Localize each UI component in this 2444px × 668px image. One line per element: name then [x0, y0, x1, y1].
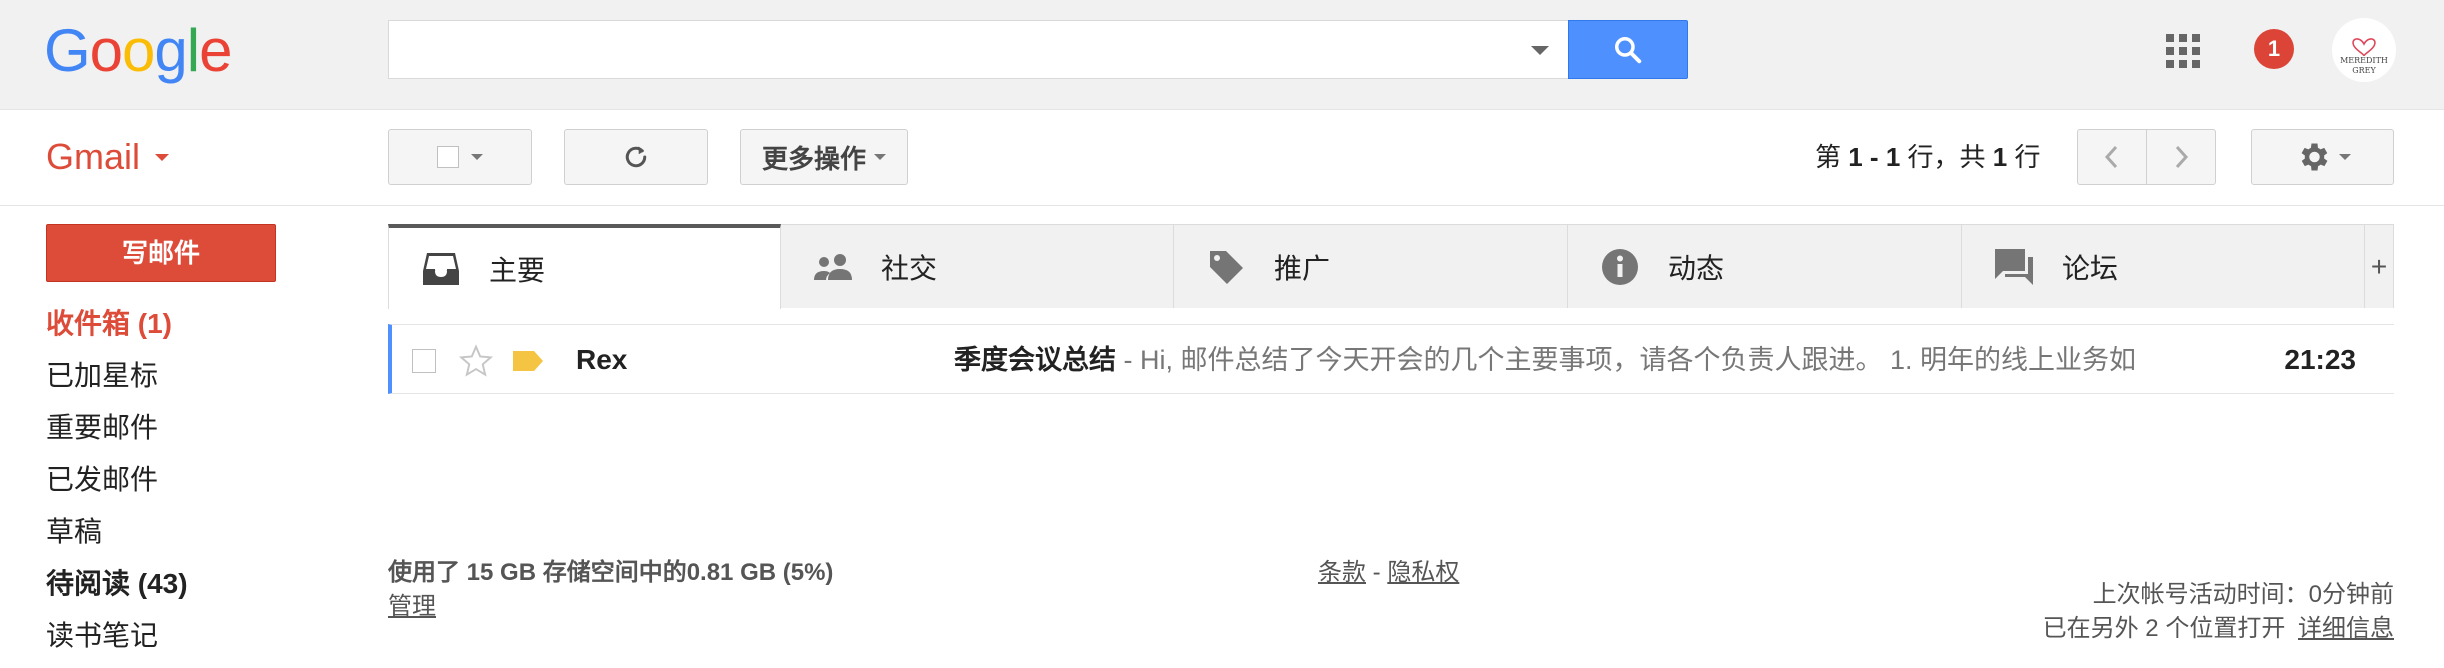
pager-info: 第 1 - 1 行，共 1 行 — [1815, 138, 2040, 176]
message-snippet: - Hi, 邮件总结了今天开会的几个主要事项，请各个负责人跟进。 1. 明年的线… — [1116, 345, 2137, 375]
toolbar-divider — [0, 205, 2444, 206]
sidebar-item-to-read[interactable]: 待阅读 (43) — [46, 564, 188, 604]
forum-icon — [1992, 245, 2036, 289]
gear-icon — [2301, 143, 2327, 171]
sidebar-item-inbox[interactable]: 收件箱 (1) — [46, 304, 172, 344]
tag-icon — [1204, 245, 1248, 289]
refresh-icon — [625, 146, 647, 168]
chevron-left-icon — [2104, 145, 2118, 169]
pager-range: 1 - 1 — [1848, 142, 1901, 172]
logo-letter: g — [154, 17, 187, 84]
message-time: 21:23 — [2284, 344, 2356, 375]
tab-forums[interactable]: 论坛 — [1962, 224, 2365, 308]
avatar[interactable]: MEREDITH GREY — [2332, 18, 2396, 82]
avatar-name-line-2: GREY — [2352, 66, 2376, 75]
message-sender: Rex — [576, 344, 628, 375]
footer-separator: - — [1366, 559, 1388, 586]
top-bar: Google 1 MEREDITH GREY — [0, 0, 2444, 110]
select-button[interactable] — [388, 129, 532, 185]
storage-usage: 使用了 15 GB 存储空间中的0.81 GB (5%) — [388, 559, 834, 586]
message-preview: 季度会议总结 - Hi, 邮件总结了今天开会的几个主要事项，请各个负责人跟进。 … — [954, 341, 2186, 379]
logo-letter: o — [122, 17, 155, 84]
search-field[interactable] — [388, 20, 1571, 79]
footer-links: 条款 - 隐私权 — [1318, 556, 1459, 590]
search-options-dropdown-icon[interactable] — [1531, 46, 1549, 55]
avatar-name-line-1: MEREDITH — [2340, 56, 2388, 65]
pager-mid: 行，共 — [1907, 142, 1986, 172]
tab-social[interactable]: 社交 — [781, 224, 1174, 308]
select-all-checkbox[interactable] — [437, 146, 459, 168]
sidebar-item-reading-notes[interactable]: 读书笔记 — [46, 616, 158, 656]
chevron-down-icon — [2338, 154, 2351, 160]
tab-label: 推广 — [1274, 252, 1331, 284]
pager-prefix: 第 — [1815, 142, 1842, 172]
settings-button[interactable] — [2251, 129, 2394, 185]
next-page-button[interactable] — [2146, 129, 2216, 185]
tab-primary[interactable]: 主要 — [388, 224, 781, 309]
message-checkbox[interactable] — [412, 349, 436, 373]
label-tag-icon[interactable] — [512, 349, 544, 373]
chevron-down-icon[interactable] — [155, 154, 169, 161]
tab-label: 社交 — [881, 252, 938, 284]
sidebar-item-sent[interactable]: 已发邮件 — [46, 460, 158, 500]
sidebar-item-drafts[interactable]: 草稿 — [46, 512, 102, 552]
table-row[interactable]: Rex 季度会议总结 - Hi, 邮件总结了今天开会的几个主要事项，请各个负责人… — [388, 324, 2394, 394]
tab-label: 主要 — [489, 254, 546, 286]
previous-page-button[interactable] — [2077, 129, 2147, 185]
search-input[interactable] — [401, 29, 1501, 69]
logo-letter: G — [44, 17, 91, 84]
tab-promotions[interactable]: 推广 — [1174, 224, 1568, 308]
logo-letter: e — [199, 17, 232, 84]
chevron-down-icon — [471, 154, 483, 160]
gmail-app-label[interactable]: Gmail — [46, 134, 140, 180]
add-tab-button[interactable]: + — [2365, 224, 2394, 308]
logo-letter: o — [89, 17, 123, 84]
google-logo[interactable]: Google — [44, 16, 233, 86]
more-actions-label: 更多操作 — [761, 143, 866, 174]
logo-letter: l — [186, 17, 200, 84]
privacy-link[interactable]: 隐私权 — [1387, 559, 1459, 586]
last-activity: 上次帐号活动时间：0分钟前 — [2092, 581, 2394, 608]
tab-label: 动态 — [1668, 252, 1725, 284]
people-icon — [811, 245, 855, 289]
notification-badge[interactable]: 1 — [2254, 29, 2294, 69]
sidebar-item-starred[interactable]: 已加星标 — [46, 356, 158, 396]
manage-storage-link[interactable]: 管理 — [388, 590, 436, 624]
tab-label: 论坛 — [2062, 252, 2119, 284]
apps-grid-icon[interactable] — [2166, 34, 2200, 68]
refresh-button[interactable] — [564, 129, 708, 185]
pager-suffix: 行 — [2014, 142, 2041, 172]
tab-updates[interactable]: 动态 — [1568, 224, 1962, 308]
compose-button[interactable]: 写邮件 — [46, 224, 276, 282]
category-tabs: 主要 社交 推广 动态 论坛 + — [388, 224, 2394, 309]
other-sessions: 已在另外 2 个位置打开 详细信息 — [2043, 612, 2394, 646]
info-icon — [1598, 245, 1642, 289]
details-link[interactable]: 详细信息 — [2298, 615, 2394, 642]
search-button[interactable] — [1568, 20, 1688, 79]
search-icon — [1615, 36, 1642, 63]
more-actions-button[interactable]: 更多操作 — [740, 129, 908, 185]
sidebar-item-important[interactable]: 重要邮件 — [46, 408, 158, 448]
chevron-right-icon — [2175, 145, 2189, 169]
terms-link[interactable]: 条款 — [1318, 559, 1366, 586]
chevron-down-icon — [874, 154, 886, 160]
inbox-icon — [419, 247, 463, 291]
pager-total: 1 — [1992, 142, 2008, 172]
other-sessions-text: 已在另外 2 个位置打开 — [2042, 615, 2286, 642]
star-icon[interactable] — [458, 343, 494, 379]
message-subject: 季度会议总结 — [954, 345, 1116, 375]
